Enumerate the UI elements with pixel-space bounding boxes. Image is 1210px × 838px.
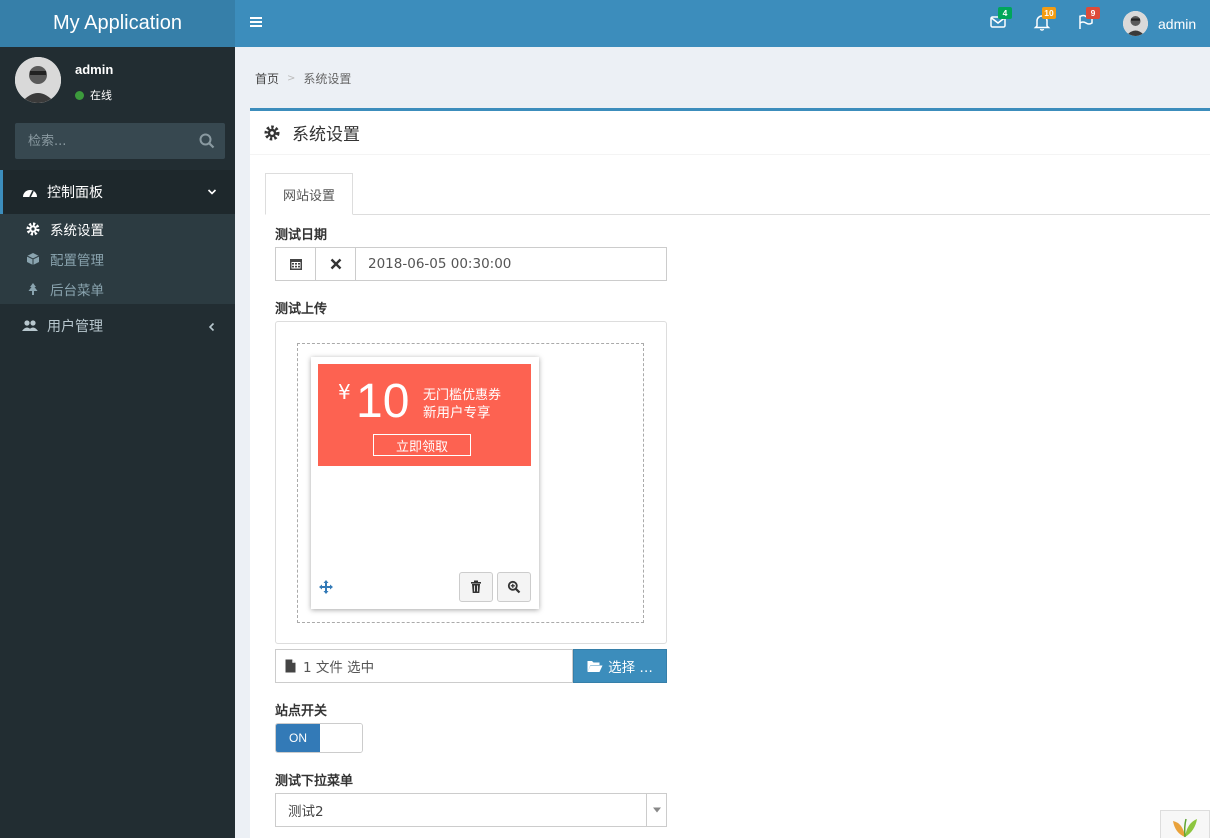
page-title: 系统设置 [292, 125, 360, 145]
dashboard-submenu: 系统设置 配置管理 后台菜单 [0, 214, 235, 304]
file-caption[interactable]: 1 文件 选中 [275, 649, 573, 683]
sidebar: My Application admin 在线 控制面板 [0, 0, 235, 838]
caret-down-icon [646, 794, 666, 826]
zoom-file-button[interactable] [497, 572, 531, 602]
messages-badge: 4 [998, 7, 1012, 19]
chevron-left-icon [207, 320, 217, 336]
test-select[interactable]: 测试2 [275, 793, 667, 827]
sidebar-item-label: 控制面板 [47, 185, 103, 201]
user-panel: admin 在线 [0, 47, 235, 117]
sidebar-item-system-settings[interactable]: 系统设置 [0, 214, 235, 244]
messages-menu[interactable]: 4 [989, 7, 1012, 33]
dashboard-icon [22, 185, 38, 199]
zoom-in-icon [507, 580, 521, 594]
app-logo[interactable]: My Application [0, 0, 235, 47]
user-status-label: 在线 [90, 89, 112, 102]
user-menu-name: admin [1158, 15, 1197, 32]
breadcrumb: 首页 > 系统设置 [255, 70, 351, 87]
browse-button-label: 选择 … [608, 660, 653, 676]
site-toggle-switch[interactable]: ON [275, 723, 363, 753]
switch-handle [320, 724, 362, 752]
search-icon[interactable] [197, 131, 217, 151]
date-input-group [275, 247, 667, 281]
browse-button[interactable]: 选择 … [573, 649, 667, 683]
file-caption-text: 1 文件 选中 [303, 660, 375, 676]
user-name: admin [75, 62, 114, 77]
notifications-badge: 10 [1042, 7, 1056, 19]
calendar-button[interactable] [276, 248, 316, 280]
breadcrumb-current: 系统设置 [303, 72, 352, 86]
notifications-menu[interactable]: 10 [1033, 7, 1056, 33]
coupon-image: ¥ 10 无门槛优惠券 新用户专享 立即领取 [318, 364, 531, 466]
corner-logo [1160, 810, 1210, 838]
file-input-group: 1 文件 选中 选择 … [275, 649, 667, 683]
switch-on-label: ON [276, 724, 320, 752]
sidebar-item-label: 系统设置 [50, 223, 104, 239]
avatar [1123, 11, 1148, 36]
sidebar-item-config[interactable]: 配置管理 [0, 244, 235, 274]
gear-icon [264, 124, 280, 141]
tasks-menu[interactable]: 9 [1077, 7, 1100, 33]
date-field-label: 测试日期 [275, 228, 328, 243]
box-header: 系统设置 [250, 111, 1210, 155]
sidebar-item-admin-menu[interactable]: 后台菜单 [0, 274, 235, 304]
user-menu[interactable]: admin [1123, 11, 1196, 36]
clear-date-button[interactable] [316, 248, 356, 280]
breadcrumb-home[interactable]: 首页 [255, 70, 279, 87]
sidebar-item-dashboard[interactable]: 控制面板 [0, 170, 235, 214]
tasks-badge: 9 [1086, 7, 1100, 19]
move-handle-icon[interactable] [318, 579, 334, 599]
users-icon [22, 319, 38, 333]
close-icon [330, 258, 341, 270]
search-input[interactable] [15, 123, 190, 159]
sidebar-item-label: 用户管理 [47, 319, 103, 335]
upload-field-label: 测试上传 [275, 302, 328, 317]
sidebar-toggle-icon[interactable] [249, 15, 263, 29]
trash-icon [471, 580, 481, 593]
sidebar-search [15, 123, 225, 159]
tab-site-settings[interactable]: 网站设置 [265, 173, 353, 215]
sidebar-item-users[interactable]: 用户管理 [0, 311, 235, 341]
gear-icon [25, 222, 40, 237]
remove-file-button[interactable] [459, 572, 493, 602]
leaf-logo-icon [1173, 818, 1197, 838]
coupon-claim-label: 立即领取 [373, 434, 471, 456]
select-value: 测试2 [288, 804, 324, 820]
cube-icon [25, 252, 40, 267]
coupon-amount: 10 [356, 375, 410, 428]
coupon-line2: 新用户专享 [423, 405, 491, 421]
switch-field-label: 站点开关 [275, 704, 328, 719]
coupon-currency: ¥ [338, 380, 351, 404]
file-icon [285, 659, 296, 673]
sidebar-item-label: 配置管理 [50, 253, 104, 269]
breadcrumb-separator-icon: > [287, 73, 296, 84]
avatar [15, 57, 61, 103]
tab-bar: 网站设置 [265, 171, 1210, 215]
date-input[interactable] [356, 248, 666, 280]
folder-open-icon [587, 660, 603, 673]
upload-preview-panel: ¥ 10 无门槛优惠券 新用户专享 立即领取 [275, 321, 667, 644]
top-header: 4 10 9 admin [235, 0, 1210, 47]
sidebar-item-label: 后台菜单 [50, 283, 104, 299]
tree-icon [25, 282, 40, 297]
file-thumbnail: ¥ 10 无门槛优惠券 新用户专享 立即领取 [311, 357, 539, 609]
select-field-label: 测试下拉菜单 [275, 774, 354, 789]
drop-zone[interactable]: ¥ 10 无门槛优惠券 新用户专享 立即领取 [297, 343, 644, 623]
calendar-icon [289, 259, 302, 270]
online-dot-icon [75, 90, 84, 100]
user-status: 在线 [75, 87, 112, 103]
chevron-down-icon [207, 185, 217, 201]
